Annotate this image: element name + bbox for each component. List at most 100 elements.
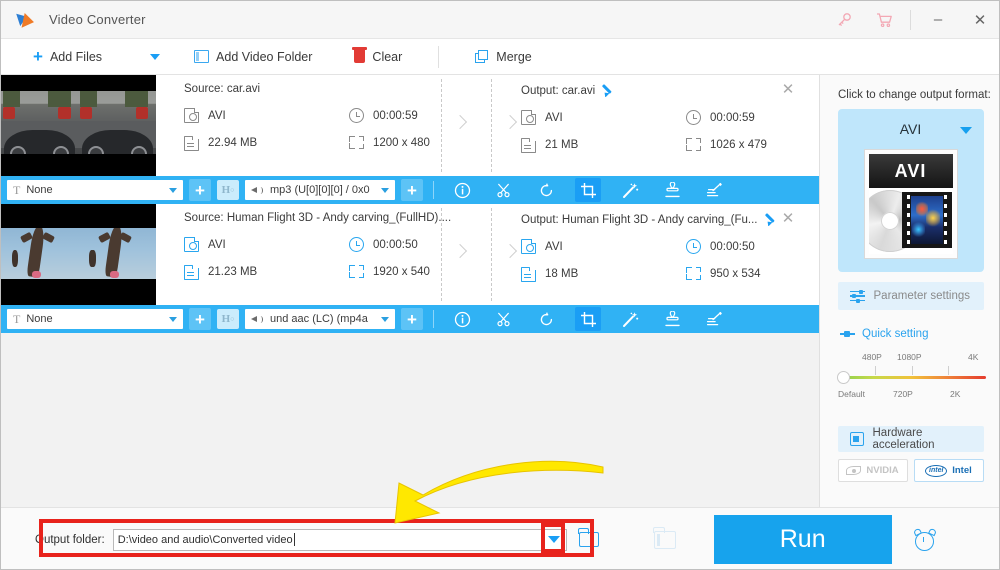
add-video-folder-label: Add Video Folder xyxy=(216,49,313,64)
chevron-down-icon xyxy=(381,187,389,193)
info-icon[interactable] xyxy=(449,178,475,202)
speaker-icon xyxy=(251,313,264,325)
output-folder-dropdown[interactable] xyxy=(542,528,567,551)
convert-arrows xyxy=(441,204,529,305)
file-details: Source: Human Flight 3D - Andy carving_(… xyxy=(156,204,819,305)
output-filename: Output: car.avi xyxy=(521,83,819,97)
crop-icon[interactable] xyxy=(575,307,601,331)
slider-label-1080p: 1080P xyxy=(897,352,922,362)
chevron-down-icon xyxy=(150,53,161,60)
add-files-button[interactable]: + Add Files xyxy=(23,39,112,75)
quick-setting-header: Quick setting xyxy=(840,328,999,340)
output-filesize: 18 MB xyxy=(520,266,686,282)
window-title: Video Converter xyxy=(49,12,146,27)
parameter-settings-label: Parameter settings xyxy=(873,290,971,302)
effects-wand-icon[interactable] xyxy=(617,307,643,331)
slider-knob[interactable] xyxy=(837,371,850,384)
run-label: Run xyxy=(779,525,826,553)
subtitle-select[interactable]: T None xyxy=(7,309,183,329)
browse-folder-icon[interactable] xyxy=(577,528,599,547)
file-icon xyxy=(183,135,199,151)
title-bar: Video Converter – ✕ xyxy=(1,1,999,39)
output-resolution: 1026 x 479 xyxy=(686,137,819,152)
add-subtitle-button[interactable]: + xyxy=(189,308,211,330)
alarm-clock-icon[interactable] xyxy=(912,527,937,551)
audio-select[interactable]: und aac (LC) (mp4a xyxy=(245,309,395,329)
gpu-intel-toggle[interactable]: intel Intel xyxy=(913,459,984,482)
add-subtitle-button[interactable]: + xyxy=(189,179,211,201)
slider-label-default: Default xyxy=(838,389,865,399)
output-format-hint: Click to change output format: xyxy=(838,89,991,101)
gpu-intel-label: Intel xyxy=(952,465,972,476)
file-card[interactable]: Source: car.avi AVI 00:00:59 22.94 MB 12… xyxy=(1,75,819,176)
resolution-icon xyxy=(349,264,364,279)
video-format-icon xyxy=(521,239,536,254)
disc-art xyxy=(868,188,953,254)
add-audio-button[interactable]: + xyxy=(401,308,423,330)
gpu-nvidia-toggle[interactable]: NVIDIA xyxy=(837,459,908,482)
resolution-icon xyxy=(686,137,701,152)
trash-icon xyxy=(352,47,368,63)
hdr-badge[interactable]: H ○ xyxy=(217,309,239,329)
source-filename: Source: Human Flight 3D - Andy carving_(… xyxy=(184,212,452,224)
quality-slider[interactable]: 480P 1080P 4K Default 720P 2K xyxy=(837,352,988,408)
source-filesize: 21.23 MB xyxy=(183,264,349,280)
parameter-settings-button[interactable]: Parameter settings xyxy=(837,282,984,310)
hardware-acceleration-button[interactable]: Hardware acceleration xyxy=(837,426,984,452)
cart-icon[interactable] xyxy=(864,1,904,39)
cut-scissors-icon[interactable] xyxy=(491,307,517,331)
remove-file-icon[interactable]: ✕ xyxy=(779,81,797,99)
subtitle-edit-icon[interactable] xyxy=(701,307,727,331)
source-info: Source: Human Flight 3D - Andy carving_(… xyxy=(183,212,474,280)
run-button[interactable]: Run xyxy=(713,515,892,564)
video-format-icon xyxy=(184,108,199,123)
crop-icon[interactable] xyxy=(575,178,601,202)
video-format-icon xyxy=(521,110,536,125)
cut-scissors-icon[interactable] xyxy=(491,178,517,202)
rename-pencil-icon[interactable] xyxy=(603,83,616,96)
info-icon[interactable] xyxy=(449,307,475,331)
subtitle-text-icon: T xyxy=(13,312,21,326)
file-card[interactable]: Source: Human Flight 3D - Andy carving_(… xyxy=(1,204,819,305)
chevron-down-icon[interactable] xyxy=(959,127,972,134)
output-folder-input[interactable]: D:\video and audio\Converted video xyxy=(112,528,543,551)
effects-wand-icon[interactable] xyxy=(617,178,643,202)
merge-button[interactable]: Merge xyxy=(465,39,541,75)
slider-label-4k: 4K xyxy=(968,352,979,362)
output-format-selector[interactable]: AVI AVI xyxy=(837,109,984,272)
add-files-dropdown[interactable] xyxy=(140,39,170,75)
video-thumbnail[interactable] xyxy=(1,204,156,305)
chevron-down-icon xyxy=(381,316,389,322)
rotate-icon[interactable] xyxy=(533,307,559,331)
subtitle-select[interactable]: T None xyxy=(7,180,183,200)
remove-file-icon[interactable]: ✕ xyxy=(779,210,797,228)
output-duration: 00:00:50 xyxy=(686,239,819,254)
add-video-folder-button[interactable]: Add Video Folder xyxy=(184,39,322,75)
add-audio-button[interactable]: + xyxy=(401,179,423,201)
toolbar-divider xyxy=(438,45,440,68)
subtitle-value: None xyxy=(26,313,53,325)
clear-label: Clear xyxy=(372,49,403,64)
close-icon[interactable]: ✕ xyxy=(959,1,999,39)
output-settings-panel: Click to change output format: AVI AVI P… xyxy=(819,75,999,507)
audio-select[interactable]: mp3 (U[0][0][0] / 0x0 xyxy=(245,180,395,200)
chevron-down-icon xyxy=(169,187,177,193)
hdr-badge[interactable]: H ○ xyxy=(217,180,239,200)
source-filesize: 22.94 MB xyxy=(183,135,349,151)
rename-pencil-icon[interactable] xyxy=(766,212,779,225)
open-output-folder-icon[interactable] xyxy=(652,526,676,549)
watermark-stamp-icon[interactable] xyxy=(659,178,685,202)
subtitle-edit-icon[interactable] xyxy=(701,178,727,202)
file-list[interactable]: Source: car.avi AVI 00:00:59 22.94 MB 12… xyxy=(1,75,819,507)
video-thumbnail[interactable] xyxy=(1,75,156,176)
merge-label: Merge xyxy=(496,49,532,64)
minimize-icon[interactable]: – xyxy=(917,1,959,39)
watermark-stamp-icon[interactable] xyxy=(659,307,685,331)
rotate-icon[interactable] xyxy=(533,178,559,202)
clear-button[interactable]: Clear xyxy=(344,39,412,75)
key-icon[interactable] xyxy=(824,1,864,39)
subtitle-value: None xyxy=(26,184,53,196)
output-format: AVI xyxy=(521,110,686,125)
hardware-acceleration-label: Hardware acceleration xyxy=(872,427,935,451)
slider-track[interactable] xyxy=(842,376,986,379)
